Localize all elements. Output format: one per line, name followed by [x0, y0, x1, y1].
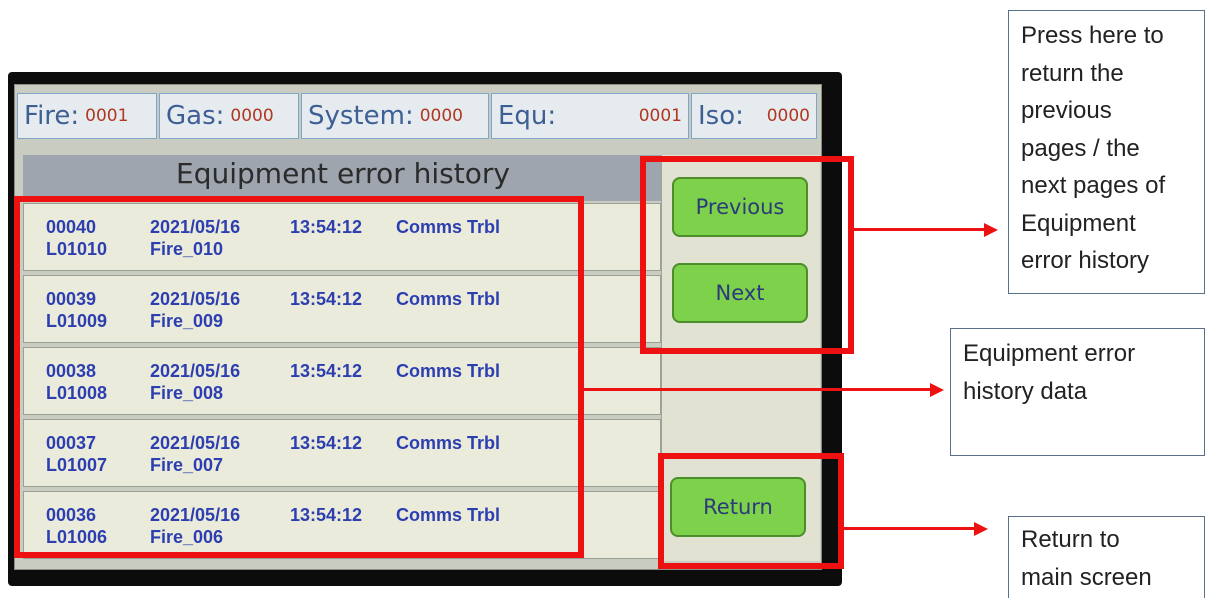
status-gas: Gas: 0000: [159, 93, 299, 139]
return-arrow-line: [844, 527, 974, 530]
status-fire: Fire: 0001: [17, 93, 157, 139]
pages-arrow-line: [854, 228, 984, 231]
data-arrow-head: [930, 383, 944, 397]
return-button-highlight: [658, 453, 844, 569]
status-equipment: Equ: 0001: [491, 93, 689, 139]
status-equipment-label: Equ:: [498, 101, 557, 131]
status-isolation: Iso: 0000: [691, 93, 817, 139]
pages-callout: Press here to return the previous pages …: [1008, 10, 1205, 294]
status-isolation-label: Iso:: [698, 101, 744, 131]
status-system: System: 0000: [301, 93, 489, 139]
data-arrow-line: [584, 388, 930, 391]
status-gas-value: 0000: [230, 106, 274, 126]
page-buttons-highlight: [640, 156, 854, 354]
return-callout-line: Return to: [1021, 526, 1120, 553]
page-title: Equipment error history: [176, 157, 510, 190]
status-bar: Fire: 0001 Gas: 0000 System: 0000 Equ: 0…: [17, 93, 817, 139]
pages-callout-line: Press here to: [1021, 22, 1164, 49]
pages-arrow-head: [984, 223, 998, 237]
data-callout: Equipment error history data: [950, 328, 1205, 456]
status-gas-label: Gas:: [166, 101, 225, 131]
return-callout: Return to main screen: [1008, 516, 1205, 598]
return-callout-line: main screen: [1021, 563, 1152, 591]
pages-callout-line: previous: [1021, 97, 1112, 124]
pages-callout-line: pages / the: [1021, 134, 1140, 162]
status-system-value: 0000: [419, 106, 463, 126]
status-fire-label: Fire:: [24, 101, 80, 131]
pages-callout-line: error history: [1021, 247, 1150, 274]
pages-callout-line: return the: [1021, 59, 1124, 87]
history-data-highlight: [14, 196, 584, 558]
data-callout-line: Equipment error: [963, 340, 1136, 367]
status-isolation-value: 0000: [766, 106, 810, 126]
status-fire-value: 0001: [85, 106, 129, 126]
title-bar: Equipment error history: [23, 155, 663, 201]
return-arrow-head: [974, 522, 988, 536]
data-callout-line: history data: [963, 377, 1088, 405]
status-equipment-value: 0001: [638, 106, 682, 126]
pages-callout-line: Equipment: [1021, 209, 1136, 237]
pages-callout-line: next pages of: [1021, 172, 1166, 199]
status-system-label: System:: [308, 101, 414, 131]
